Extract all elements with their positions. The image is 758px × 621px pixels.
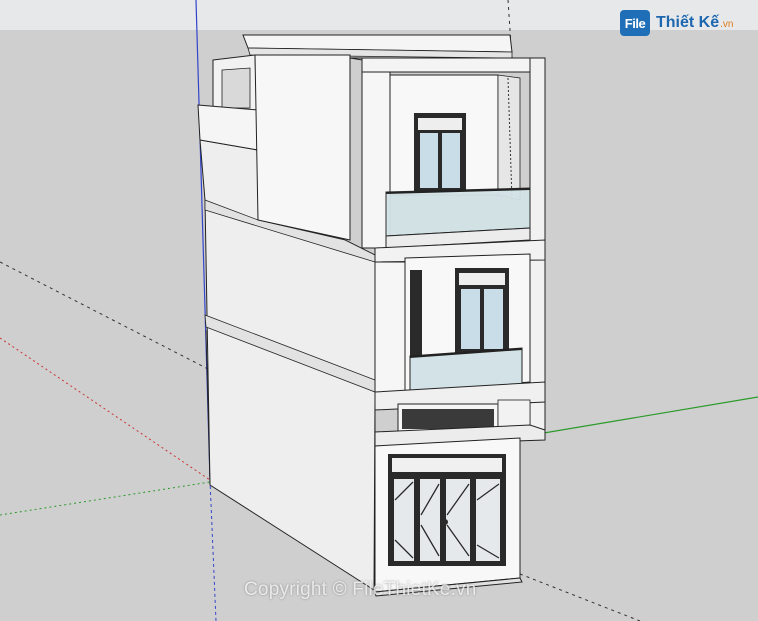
copyright-watermark: Copyright © FileThietKe.vn — [244, 579, 477, 600]
upper-side-block — [254, 54, 351, 241]
red-axis-dashed — [0, 337, 211, 481]
middle-window[interactable] — [455, 268, 509, 353]
middle-side-window — [410, 270, 422, 356]
guide-line-left — [0, 261, 211, 371]
blue-axis-dashed — [209, 479, 217, 621]
logo-suffix: .vn — [720, 19, 734, 30]
middle-window-pane-right — [484, 289, 503, 349]
building-model[interactable] — [197, 34, 546, 597]
upper-window[interactable] — [414, 113, 466, 191]
main-door-transom — [392, 458, 502, 472]
green-axis — [519, 396, 758, 438]
main-door[interactable] — [388, 454, 506, 566]
guide-line-bottom — [519, 573, 641, 621]
main-door-leaf-4 — [474, 477, 502, 563]
upper-balcony[interactable] — [385, 187, 531, 249]
upper-facade-recess — [497, 74, 521, 201]
green-axis-dashed — [0, 481, 211, 516]
model-scene[interactable] — [0, 0, 758, 621]
upper-window-pane-right — [442, 133, 460, 188]
middle-window-pane-left — [461, 289, 480, 349]
door-handle-icon — [442, 519, 448, 525]
roof-opening — [221, 67, 251, 109]
top-beam — [361, 57, 546, 73]
vent-side — [497, 399, 531, 429]
logo-mark: File — [620, 10, 650, 36]
sketchup-viewport[interactable]: File Thiết Kế.vn Copyright © FileThietKe… — [0, 0, 758, 621]
logo-text: Thiết Kế.vn — [656, 14, 733, 32]
upper-window-pane-left — [420, 133, 438, 188]
middle-window-transom — [459, 273, 505, 285]
left-column-middle — [374, 261, 406, 401]
upper-window-transom — [418, 118, 462, 130]
logo-name: Thiết Kế — [656, 14, 720, 31]
site-logo[interactable]: File Thiết Kế.vn — [620, 10, 733, 36]
main-door-leaf-2 — [418, 477, 442, 563]
main-door-leaf-3 — [444, 477, 472, 563]
vent-grille — [402, 409, 494, 429]
